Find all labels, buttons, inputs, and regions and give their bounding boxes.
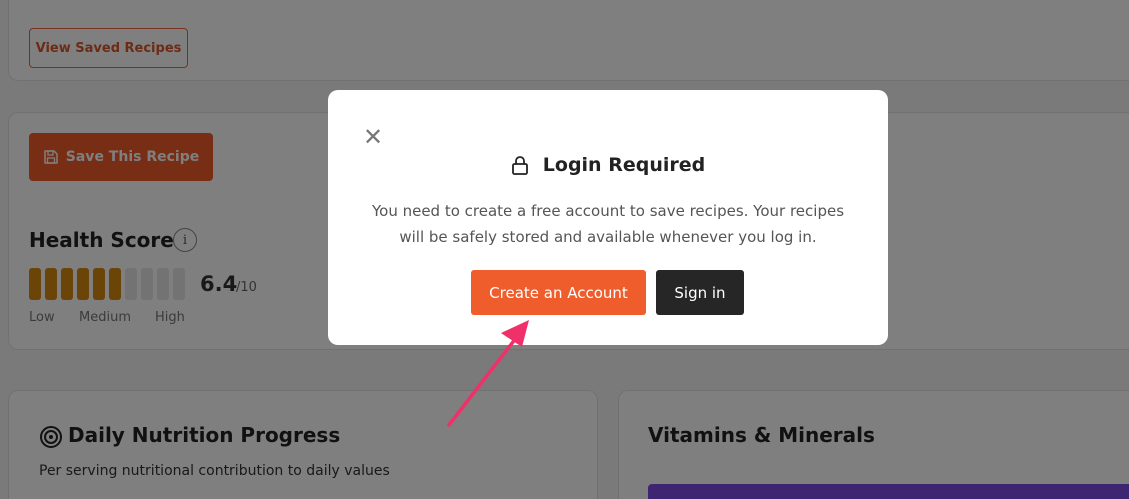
create-account-button[interactable]: Create an Account <box>471 270 646 315</box>
modal-header: Login Required <box>328 154 888 176</box>
lock-icon <box>511 156 528 175</box>
modal-message: You need to create a free account to sav… <box>371 202 845 246</box>
close-icon[interactable]: ✕ <box>362 125 384 149</box>
modal-title: Login Required <box>542 154 706 176</box>
sign-in-button[interactable]: Sign in <box>656 270 744 315</box>
login-required-modal: ✕ Login Required You need to create a fr… <box>328 90 888 345</box>
